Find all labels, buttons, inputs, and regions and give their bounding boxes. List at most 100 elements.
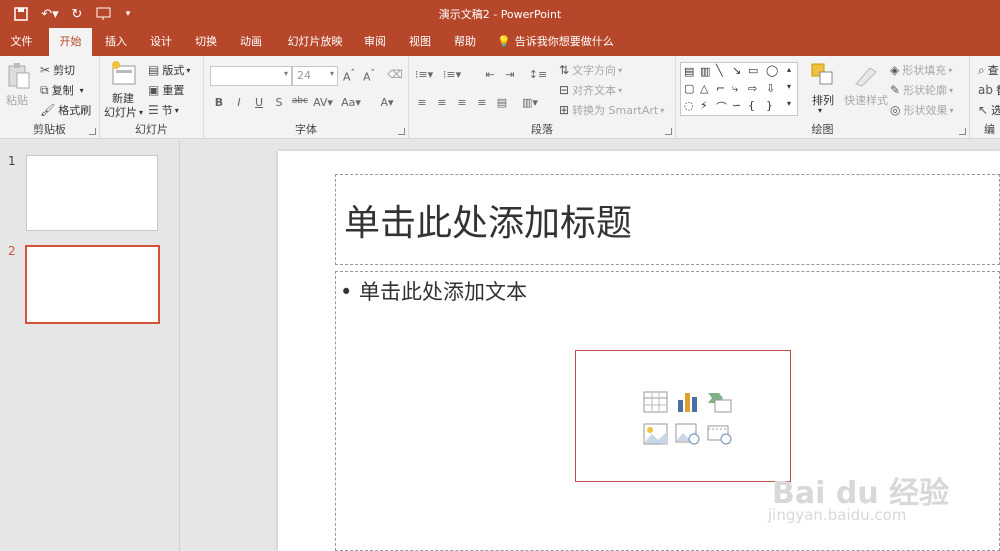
layout-button[interactable]: ▤ 版式 ▾ <box>148 62 190 78</box>
watermark-url: jingyan.baidu.com <box>768 506 907 524</box>
tab-view[interactable]: 视图 <box>400 28 440 56</box>
distributed-icon[interactable]: ▤ <box>493 96 511 109</box>
arrow-line-shape-icon[interactable]: ↘ <box>732 64 741 77</box>
arc-shape-icon[interactable]: ⌒ <box>716 99 727 115</box>
new-slide-icon[interactable] <box>110 60 138 86</box>
oval-shape-icon[interactable]: ◯ <box>766 64 778 77</box>
gallery-more-icon[interactable]: ▾ <box>787 99 791 108</box>
character-spacing-icon[interactable]: AV▾ <box>310 96 336 109</box>
arrange-chevron-icon[interactable]: ▾ <box>818 106 822 115</box>
find-button[interactable]: ⌕ 查 <box>978 62 999 78</box>
lightning-shape-icon[interactable]: ⚡ <box>700 99 708 112</box>
align-center-icon[interactable]: ≡ <box>433 96 451 109</box>
insert-smartart-icon[interactable] <box>707 391 732 413</box>
bold-icon[interactable]: B <box>210 96 228 109</box>
clipboard-launcher-icon[interactable] <box>89 128 96 135</box>
tab-slideshow[interactable]: 幻灯片放映 <box>281 28 349 56</box>
elbow-arrow-shape-icon[interactable]: ⤷ <box>732 82 738 96</box>
slide-body-text[interactable]: • 单击此处添加文本 <box>340 276 527 306</box>
freeform-shape-icon[interactable]: ◌ <box>684 99 694 112</box>
bullets-icon[interactable]: ⁝≡▾ <box>413 68 435 81</box>
font-launcher-icon[interactable] <box>398 128 405 135</box>
tell-me-box[interactable]: 💡 告诉我你想要做什么 <box>497 28 614 56</box>
insert-picture-icon[interactable] <box>643 423 668 445</box>
shadow-icon[interactable]: S <box>270 96 288 109</box>
decrease-indent-icon[interactable]: ⇤ <box>481 68 499 81</box>
font-name-combo[interactable]: ▾ <box>210 66 292 86</box>
tab-home[interactable]: 开始 <box>49 28 92 56</box>
tab-transitions[interactable]: 切换 <box>186 28 226 56</box>
right-arrow-shape-icon[interactable]: ⇨ <box>748 82 757 95</box>
rectangle-shape-icon[interactable]: ▭ <box>748 64 758 77</box>
slide-thumbnail-1[interactable] <box>26 155 158 231</box>
triangle-shape-icon[interactable]: △ <box>700 82 708 95</box>
paragraph-launcher-icon[interactable] <box>665 128 672 135</box>
tab-insert[interactable]: 插入 <box>96 28 136 56</box>
paste-icon[interactable] <box>6 62 34 89</box>
line-shape-icon[interactable]: ╲ <box>716 64 723 77</box>
strikethrough-icon[interactable]: abc <box>288 96 312 106</box>
line-spacing-icon[interactable]: ↕≡ <box>527 68 549 81</box>
align-left-icon[interactable]: ≡ <box>413 96 431 109</box>
shrink-font-icon[interactable]: A˅ <box>360 68 378 84</box>
font-color-icon[interactable]: A▾ <box>374 96 400 109</box>
insert-table-icon[interactable] <box>643 391 668 413</box>
slide-title[interactable]: 单击此处添加标题 <box>344 194 632 246</box>
smartart-button[interactable]: ⊞ 转换为 SmartArt ▾ <box>559 102 664 118</box>
italic-icon[interactable]: I <box>230 96 248 109</box>
change-case-icon[interactable]: Aa▾ <box>338 96 364 109</box>
reset-button[interactable]: ▣ 重置 <box>148 82 184 98</box>
shape-effects-button[interactable]: ◎ 形状效果 ▾ <box>890 102 954 118</box>
shapes-gallery[interactable]: ▤ ▥ ╲ ↘ ▭ ◯ ▢ △ ⌐ ⤷ ⇨ ⇩ ◌ ⚡ ⌒ ∽ { } ▴ ▾ … <box>680 62 798 116</box>
text-direction-label: 文字方向 <box>572 64 617 77</box>
insert-video-icon[interactable] <box>707 423 732 445</box>
search-icon: ⌕ <box>978 62 985 77</box>
justify-icon[interactable]: ≡ <box>473 96 491 109</box>
new-slide-button[interactable]: 幻灯片 ▾ <box>104 104 143 120</box>
tab-review[interactable]: 审阅 <box>355 28 395 56</box>
vertical-textbox-shape-icon[interactable]: ▥ <box>700 65 710 78</box>
shape-outline-button[interactable]: ✎ 形状轮廓 ▾ <box>890 82 953 98</box>
tab-file[interactable]: 文件 <box>0 28 43 56</box>
align-text-button[interactable]: ⊟ 对齐文本 ▾ <box>559 82 622 98</box>
shape-fill-button[interactable]: ◈ 形状填充 ▾ <box>890 62 952 78</box>
curve-shape-icon[interactable]: ∽ <box>732 99 741 112</box>
textbox-shape-icon[interactable]: ▤ <box>684 65 694 78</box>
gallery-scroll-up-icon[interactable]: ▴ <box>787 65 791 74</box>
tab-design[interactable]: 设计 <box>141 28 181 56</box>
layout-label: 版式 <box>162 64 185 77</box>
tab-animations[interactable]: 动画 <box>231 28 271 56</box>
numbering-icon[interactable]: ⁝≡▾ <box>441 68 463 81</box>
quick-styles-button[interactable]: 快速样式 <box>844 92 888 108</box>
increase-indent-icon[interactable]: ⇥ <box>501 68 519 81</box>
cut-button[interactable]: ✂ 剪切 <box>40 62 75 78</box>
insert-online-picture-icon[interactable] <box>675 423 700 445</box>
left-brace-shape-icon[interactable]: { <box>748 99 755 112</box>
grow-font-icon[interactable]: A˄ <box>340 68 358 84</box>
section-button[interactable]: ☰ 节 ▾ <box>148 102 179 118</box>
clear-formatting-icon[interactable]: ⌫ <box>386 68 404 81</box>
align-right-icon[interactable]: ≡ <box>453 96 471 109</box>
rounded-rectangle-shape-icon[interactable]: ▢ <box>684 82 694 95</box>
right-brace-shape-icon[interactable]: } <box>766 99 773 112</box>
paste-button[interactable]: 粘贴 <box>6 92 28 108</box>
arrange-button[interactable]: 排列 <box>812 92 834 108</box>
slide-thumbnail-2[interactable] <box>25 245 160 324</box>
format-painter-label: 格式刷 <box>58 104 92 117</box>
tab-help[interactable]: 帮助 <box>445 28 485 56</box>
down-arrow-shape-icon[interactable]: ⇩ <box>766 82 775 95</box>
text-direction-button[interactable]: ⇅ 文字方向 ▾ <box>559 62 622 78</box>
underline-icon[interactable]: U <box>250 96 268 109</box>
replace-button[interactable]: ab替 <box>978 82 1000 98</box>
columns-icon[interactable]: ▥▾ <box>519 96 541 109</box>
arrange-icon[interactable] <box>808 62 836 88</box>
format-painter-button[interactable]: 🖌 格式刷 <box>40 102 91 118</box>
gallery-scroll-down-icon[interactable]: ▾ <box>787 82 791 91</box>
font-size-combo[interactable]: 24 ▾ <box>292 66 338 86</box>
copy-button[interactable]: ⧉ 复制 ▾ <box>40 82 84 98</box>
drawing-launcher-icon[interactable] <box>959 128 966 135</box>
select-button[interactable]: ↖ 选 <box>978 102 1000 118</box>
elbow-connector-shape-icon[interactable]: ⌐ <box>716 82 725 95</box>
quick-styles-icon[interactable] <box>852 62 880 88</box>
insert-chart-icon[interactable] <box>675 391 700 413</box>
